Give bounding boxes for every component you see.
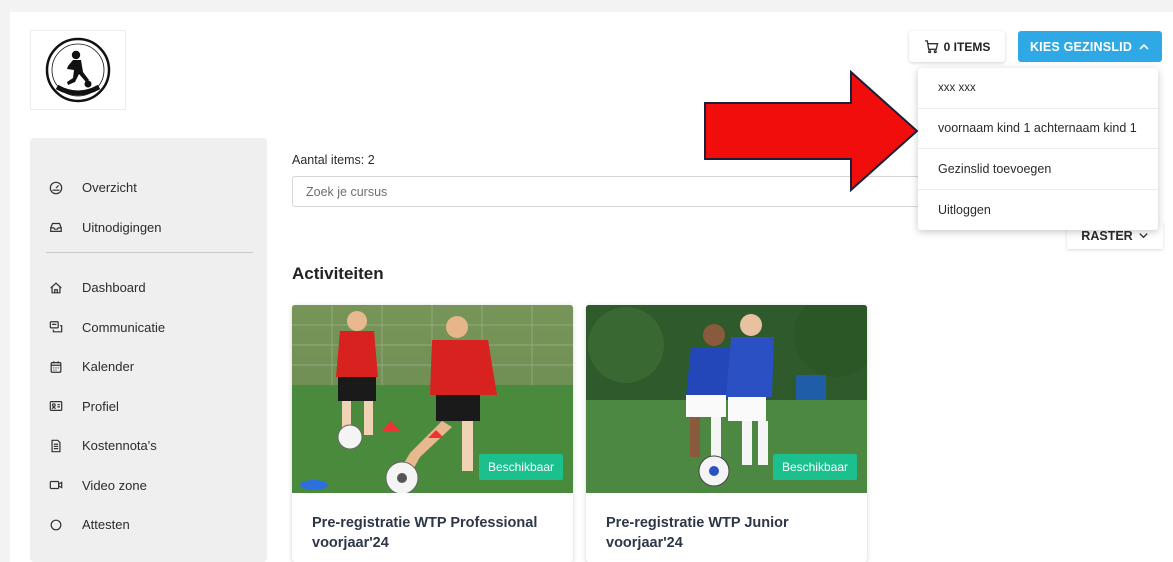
family-member-menu: xxx xxx voornaam kind 1 achternaam kind … — [918, 68, 1158, 230]
cart-icon — [924, 40, 939, 54]
activity-card[interactable]: Beschikbaar Pre-registratie WTP Junior v… — [586, 305, 867, 562]
section-title: Activiteiten — [292, 264, 384, 283]
sidebar-item-communicatie[interactable]: Communicatie — [30, 308, 267, 348]
sidebar-item-label: Kostennota's — [82, 438, 157, 454]
sidebar-item-label: Attesten — [82, 517, 130, 533]
circle-icon — [46, 515, 66, 535]
chevron-up-icon — [1139, 43, 1149, 50]
sidebar-item-label: Video zone — [82, 477, 147, 493]
card-title[interactable]: Pre-registratie WTP Junior voorjaar'24 — [586, 493, 867, 553]
sidebar-item-uitnodigingen[interactable]: Uitnodigingen — [30, 208, 267, 248]
menu-item-member[interactable]: voornaam kind 1 achternaam kind 1 — [918, 109, 1158, 149]
sidebar-item-video-zone[interactable]: Video zone — [30, 466, 267, 506]
calendar-icon — [46, 357, 66, 377]
activity-photo[interactable]: Beschikbaar — [586, 305, 867, 493]
id-card-icon — [46, 396, 66, 416]
sidebar-item-label: Profiel — [82, 398, 119, 414]
sidebar-item-kalender[interactable]: Kalender — [30, 347, 267, 387]
sidebar-item-attesten[interactable]: Attesten — [30, 505, 267, 545]
activity-card[interactable]: Beschikbaar Pre-registratie WTP Professi… — [292, 305, 573, 562]
sidebar-item-label: Dashboard — [82, 280, 146, 296]
choose-family-member-label: KIES GEZINSLID — [1029, 39, 1133, 54]
card-title[interactable]: Pre-registratie WTP Professional voorjaa… — [292, 493, 573, 553]
red-arrow-icon — [704, 70, 919, 192]
menu-item-member[interactable]: xxx xxx — [918, 68, 1158, 109]
cart-button[interactable]: 0 ITEMS — [909, 31, 1005, 62]
activity-photo[interactable]: Beschikbaar — [292, 305, 573, 493]
home-icon — [46, 278, 66, 298]
inbox-icon — [46, 217, 66, 237]
items-count: Aantal items: 2 — [292, 153, 375, 167]
menu-item-add-family-member[interactable]: Gezinslid toevoegen — [918, 149, 1158, 190]
sidebar-item-profiel[interactable]: Profiel — [30, 387, 267, 427]
soccer-player-logo-icon — [45, 37, 111, 103]
sidebar-item-kostennotas[interactable]: Kostennota's — [30, 426, 267, 466]
sidebar-item-label: Uitnodigingen — [82, 219, 162, 235]
sidebar-item-dashboard[interactable]: Dashboard — [30, 268, 267, 308]
cart-label: 0 ITEMS — [943, 39, 991, 54]
sidebar-divider — [46, 252, 253, 253]
chevron-down-icon — [1139, 233, 1148, 239]
sidebar-item-overzicht[interactable]: Overzicht — [30, 168, 267, 208]
status-badge: Beschikbaar — [772, 454, 857, 480]
sidebar: Overzicht Uitnodigingen Dashboard Commun… — [30, 138, 267, 562]
sidebar-item-label: Communicatie — [82, 319, 166, 335]
document-icon — [46, 436, 66, 456]
video-icon — [46, 475, 66, 495]
club-logo[interactable] — [30, 30, 126, 110]
sidebar-item-label: Overzicht — [82, 180, 137, 196]
gauge-icon — [46, 178, 66, 198]
chat-icon — [46, 317, 66, 337]
sidebar-item-label: Kalender — [82, 359, 135, 375]
view-toggle-label: RASTER — [1081, 228, 1133, 243]
page: Overzicht Uitnodigingen Dashboard Commun… — [10, 12, 1173, 562]
menu-item-logout[interactable]: Uitloggen — [918, 190, 1158, 231]
choose-family-member-button[interactable]: KIES GEZINSLID — [1018, 31, 1162, 62]
status-badge: Beschikbaar — [478, 454, 563, 480]
